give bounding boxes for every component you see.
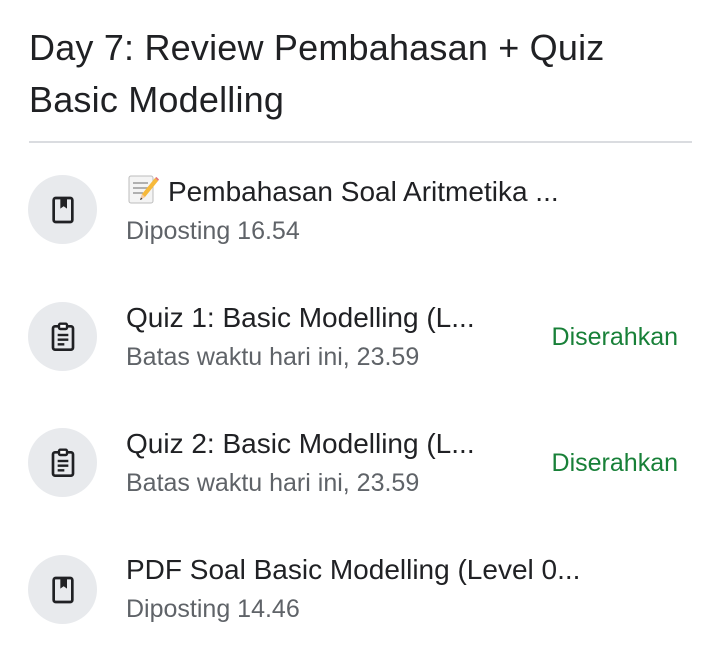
item-text: Pembahasan Soal Aritmetika ... Diposting…: [126, 172, 559, 249]
topic-header: Day 7: Review Pembahasan + Quiz Basic Mo…: [29, 22, 694, 126]
item-posted-time: Diposting 16.54: [126, 217, 300, 245]
classwork-item-material-1[interactable]: Pembahasan Soal Aritmetika ... Diposting…: [0, 152, 720, 262]
item-title: Pembahasan Soal Aritmetika ...: [126, 172, 559, 211]
status-badge: Diserahkan: [551, 449, 678, 477]
assignment-icon: [28, 428, 97, 497]
topic-title: Day 7: Review Pembahasan + Quiz Basic Mo…: [29, 27, 605, 120]
item-due-date: Batas waktu hari ini, 23.59: [126, 343, 420, 371]
item-title-text: Pembahasan Soal Aritmetika ...: [168, 176, 559, 207]
classwork-item-assignment-2[interactable]: Quiz 2: Basic Modelling (L... Batas wakt…: [0, 406, 720, 516]
assignment-icon: [28, 302, 97, 371]
item-title: Quiz 1: Basic Modelling (L...: [126, 302, 475, 333]
item-text: Quiz 2: Basic Modelling (L... Batas wakt…: [126, 425, 475, 501]
item-title: Quiz 2: Basic Modelling (L...: [126, 428, 475, 459]
material-icon: [28, 175, 97, 244]
item-title: PDF Soal Basic Modelling (Level 0...: [126, 554, 581, 585]
classwork-item-material-2[interactable]: PDF Soal Basic Modelling (Level 0... Dip…: [0, 532, 720, 642]
material-icon: [28, 555, 97, 624]
item-text: PDF Soal Basic Modelling (Level 0... Dip…: [126, 551, 580, 627]
item-due-date: Batas waktu hari ini, 23.59: [126, 469, 420, 497]
memo-emoji-icon: [126, 172, 160, 206]
status-badge: Diserahkan: [551, 323, 678, 351]
classwork-item-assignment-1[interactable]: Quiz 1: Basic Modelling (L... Batas wakt…: [0, 280, 720, 390]
item-text: Quiz 1: Basic Modelling (L... Batas wakt…: [126, 299, 475, 375]
topic-divider: [29, 141, 692, 143]
item-posted-time: Diposting 14.46: [126, 595, 300, 623]
